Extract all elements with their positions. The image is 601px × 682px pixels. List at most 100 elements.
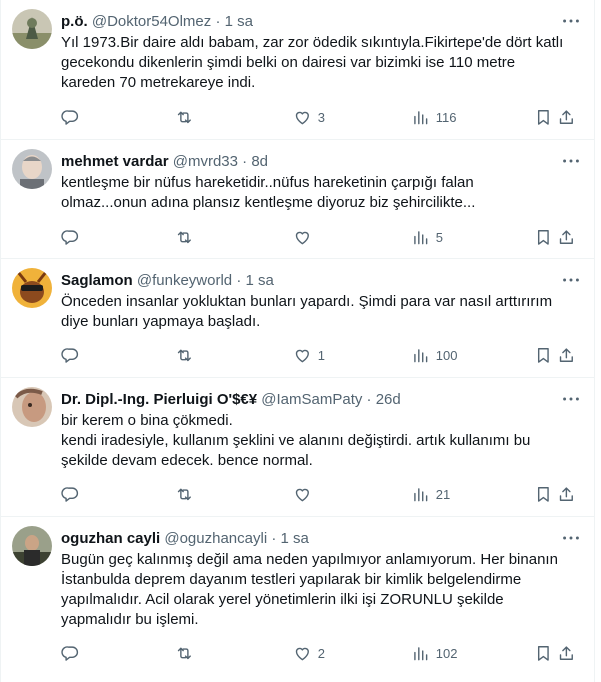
retweet-icon xyxy=(175,485,194,504)
bookmark-button[interactable] xyxy=(534,484,553,504)
views-button[interactable]: 5 xyxy=(411,227,443,247)
share-icon xyxy=(557,228,576,247)
views-button[interactable]: 100 xyxy=(411,345,457,365)
like-button[interactable]: 3 xyxy=(293,107,325,127)
tweet[interactable]: Saglamon @funkeyworld · 1 sa Önceden ins… xyxy=(1,259,594,378)
display-name[interactable]: mehmet vardar xyxy=(61,153,169,170)
action-bar: 3 116 xyxy=(61,107,576,127)
tweet-text-line: bir kerem o bina çökmedi. xyxy=(61,412,233,429)
user-handle[interactable]: @funkeyworld xyxy=(137,272,232,289)
reply-button[interactable] xyxy=(61,227,86,247)
tweet-header: Saglamon @funkeyworld · 1 sa xyxy=(61,271,554,291)
timestamp[interactable]: 1 sa xyxy=(281,530,309,547)
avatar[interactable] xyxy=(12,268,52,308)
views-count: 100 xyxy=(435,347,458,363)
tweet-text-line: kareden 70 metrekareye indi. xyxy=(61,74,256,91)
retweet-button[interactable] xyxy=(175,643,200,663)
avatar[interactable] xyxy=(12,526,52,566)
share-button[interactable] xyxy=(557,227,576,247)
bookmark-button[interactable] xyxy=(534,107,553,127)
retweet-icon xyxy=(175,228,194,247)
retweet-button[interactable] xyxy=(175,227,200,247)
user-handle[interactable]: @Doktor54Olmez xyxy=(92,13,211,30)
user-handle[interactable]: @mvrd33 xyxy=(173,153,238,170)
tweet-text-line: kendi iradesiyle, kullanım şeklini ve al… xyxy=(61,432,531,449)
display-name[interactable]: Dr. Dipl.-Ing. Pierluigi O'$€¥ xyxy=(61,391,257,408)
retweet-button[interactable] xyxy=(175,345,200,365)
tweet[interactable]: oguzhan cayli @oguzhancayli · 1 sa Bugün… xyxy=(1,517,594,682)
tweet-text-line: diye bunları yapmaya başladı. xyxy=(61,313,261,330)
more-icon[interactable] xyxy=(560,269,582,291)
timestamp[interactable]: 26d xyxy=(376,391,401,408)
share-button[interactable] xyxy=(557,107,576,127)
separator-dot: · xyxy=(215,13,221,30)
like-button[interactable] xyxy=(293,227,318,247)
timestamp[interactable]: 8d xyxy=(251,153,268,170)
share-button[interactable] xyxy=(557,484,576,504)
tweet-text: bir kerem o bina çökmedi. kendi iradesiy… xyxy=(61,411,576,471)
views-icon xyxy=(411,228,430,247)
share-icon xyxy=(557,485,576,504)
share-icon xyxy=(557,644,576,663)
display-name[interactable]: oguzhan cayli xyxy=(61,530,160,547)
reply-icon xyxy=(61,485,80,504)
action-bar: 21 xyxy=(61,484,576,504)
separator-dot: · xyxy=(366,391,372,408)
retweet-button[interactable] xyxy=(175,107,200,127)
reply-icon xyxy=(61,108,80,127)
like-count: 1 xyxy=(317,347,325,363)
like-count: 2 xyxy=(317,645,325,661)
views-count: 102 xyxy=(435,645,458,661)
avatar[interactable] xyxy=(12,149,52,189)
views-button[interactable]: 102 xyxy=(411,643,457,663)
tweet-header: mehmet vardar @mvrd33 · 8d xyxy=(61,152,554,172)
views-icon xyxy=(411,346,430,365)
tweet-text-line: olmaz...onun adına plansız kentleşme diy… xyxy=(61,194,476,211)
views-button[interactable]: 21 xyxy=(411,484,450,504)
more-icon[interactable] xyxy=(560,150,582,172)
like-button[interactable]: 2 xyxy=(293,643,325,663)
tweet[interactable]: p.ö. @Doktor54Olmez · 1 sa Yıl 1973.Bir … xyxy=(1,0,594,140)
views-count: 5 xyxy=(435,229,443,245)
like-icon xyxy=(293,346,312,365)
reply-button[interactable] xyxy=(61,484,86,504)
reply-button[interactable] xyxy=(61,345,86,365)
tweet-text-line: kentleşme bir nüfus hareketidir..nüfus h… xyxy=(61,174,474,191)
more-icon[interactable] xyxy=(560,527,582,549)
like-button[interactable] xyxy=(293,484,318,504)
more-icon[interactable] xyxy=(560,388,582,410)
retweet-icon xyxy=(175,108,194,127)
share-icon xyxy=(557,346,576,365)
user-handle[interactable]: @oguzhancayli xyxy=(164,530,267,547)
views-count: 116 xyxy=(435,109,457,125)
avatar[interactable] xyxy=(12,9,52,49)
timestamp[interactable]: 1 sa xyxy=(225,13,253,30)
retweet-icon xyxy=(175,644,194,663)
retweet-button[interactable] xyxy=(175,484,200,504)
views-button[interactable]: 116 xyxy=(411,107,456,127)
tweet-header: p.ö. @Doktor54Olmez · 1 sa xyxy=(61,12,554,32)
like-icon xyxy=(293,108,312,127)
timestamp[interactable]: 1 sa xyxy=(245,272,273,289)
tweet-text-line: Bugün geç kalınmış değil ama neden yapıl… xyxy=(61,551,558,568)
tweet[interactable]: mehmet vardar @mvrd33 · 8d kentleşme bir… xyxy=(1,140,594,259)
bookmark-button[interactable] xyxy=(534,345,553,365)
display-name[interactable]: p.ö. xyxy=(61,13,88,30)
user-handle[interactable]: @IamSamPaty xyxy=(261,391,362,408)
share-button[interactable] xyxy=(557,643,576,663)
retweet-icon xyxy=(175,346,194,365)
like-icon xyxy=(293,228,312,247)
reply-button[interactable] xyxy=(61,107,86,127)
more-icon[interactable] xyxy=(560,10,582,32)
reply-button[interactable] xyxy=(61,643,86,663)
like-button[interactable]: 1 xyxy=(293,345,325,365)
display-name[interactable]: Saglamon xyxy=(61,272,133,289)
tweet-text-line: gecekondu dikenlerin şimdi belki on dair… xyxy=(61,54,516,71)
share-button[interactable] xyxy=(557,345,576,365)
tweet[interactable]: Dr. Dipl.-Ing. Pierluigi O'$€¥ @IamSamPa… xyxy=(1,378,594,517)
bookmark-button[interactable] xyxy=(534,643,553,663)
avatar[interactable] xyxy=(12,387,52,427)
bookmark-button[interactable] xyxy=(534,227,553,247)
tweet-text-line: Yıl 1973.Bir daire aldı babam, zar zor ö… xyxy=(61,34,564,51)
views-icon xyxy=(411,485,430,504)
